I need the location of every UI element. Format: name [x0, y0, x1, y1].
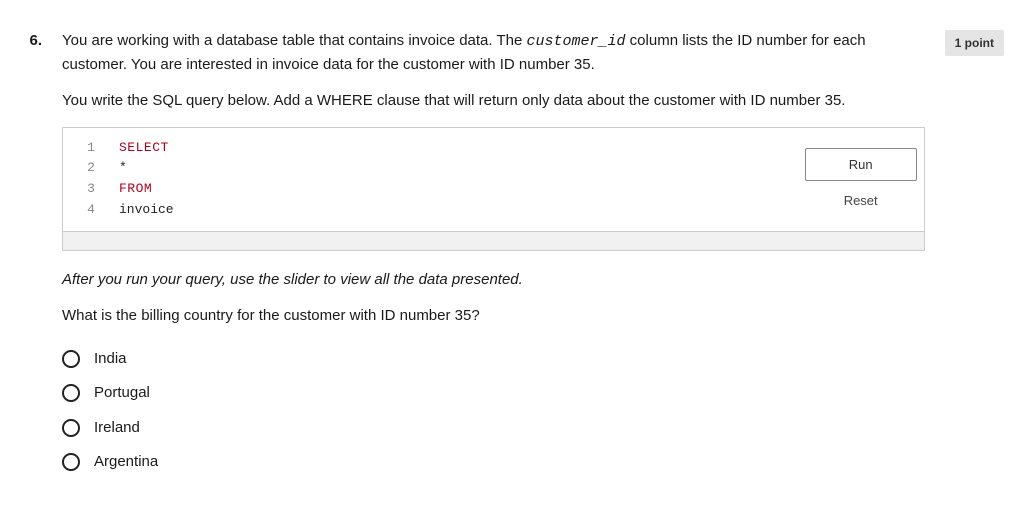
- points-badge: 1 point: [945, 30, 1004, 56]
- code-token: invoice: [119, 200, 174, 221]
- radio-icon[interactable]: [62, 384, 80, 402]
- question-paragraph-2: You write the SQL query below. Add a WHE…: [62, 90, 925, 113]
- question-container: 6. You are working with a database table…: [20, 30, 1004, 480]
- code-line: 2 *: [63, 158, 798, 179]
- option-label: Ireland: [94, 417, 140, 440]
- radio-icon[interactable]: [62, 453, 80, 471]
- radio-icon[interactable]: [62, 419, 80, 437]
- line-number: 4: [63, 200, 119, 221]
- answer-option[interactable]: India: [62, 342, 925, 377]
- option-label: India: [94, 348, 127, 371]
- text-segment: You are working with a database table th…: [62, 32, 526, 49]
- code-controls: Run Reset: [798, 128, 924, 231]
- line-number: 2: [63, 158, 119, 179]
- question-number: 6.: [20, 30, 42, 53]
- code-token: *: [119, 158, 127, 179]
- run-button[interactable]: Run: [805, 148, 917, 182]
- line-number: 1: [63, 138, 119, 159]
- code-line: 3 FROM: [63, 179, 798, 200]
- code-editor[interactable]: 1 SELECT 2 * 3 FROM 4 invoice Run Res: [62, 127, 925, 232]
- code-editor-pane[interactable]: 1 SELECT 2 * 3 FROM 4 invoice: [63, 128, 798, 231]
- option-label: Portugal: [94, 382, 150, 405]
- answer-option[interactable]: Ireland: [62, 411, 925, 446]
- answer-options: India Portugal Ireland Argentina: [62, 342, 925, 480]
- code-line: 1 SELECT: [63, 138, 798, 159]
- option-label: Argentina: [94, 451, 158, 474]
- radio-icon[interactable]: [62, 350, 80, 368]
- answer-option[interactable]: Portugal: [62, 376, 925, 411]
- answer-option[interactable]: Argentina: [62, 445, 925, 480]
- inline-code: customer_id: [526, 33, 625, 50]
- line-number: 3: [63, 179, 119, 200]
- post-run-instruction: After you run your query, use the slider…: [62, 269, 925, 292]
- horizontal-scrollbar[interactable]: [62, 232, 925, 251]
- followup-question: What is the billing country for the cust…: [62, 305, 925, 328]
- code-line: 4 invoice: [63, 200, 798, 221]
- question-paragraph-1: You are working with a database table th…: [62, 30, 925, 76]
- question-body: You are working with a database table th…: [62, 30, 925, 480]
- code-keyword: FROM: [119, 179, 152, 200]
- code-keyword: SELECT: [119, 138, 169, 159]
- reset-button[interactable]: Reset: [844, 191, 878, 211]
